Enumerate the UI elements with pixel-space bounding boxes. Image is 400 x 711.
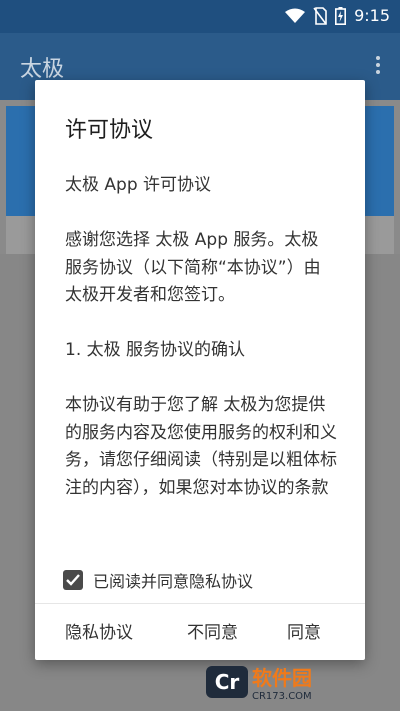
check-icon	[66, 574, 80, 586]
dialog-paragraph: 感谢您选择 太极 App 服务。太极 服务协议（以下简称“本协议”）由 太极开发…	[65, 230, 321, 305]
watermark-sub: CR173.COM	[252, 691, 312, 702]
status-time: 9:15	[354, 6, 390, 25]
wifi-icon	[285, 8, 306, 24]
watermark: Cr 软件园 CR173.COM	[206, 662, 312, 702]
no-sim-icon	[313, 6, 327, 25]
dialog-paragraph: 1. 太极 服务协议的确认	[65, 340, 246, 360]
consent-row[interactable]: 已阅读并同意隐私协议	[63, 568, 253, 592]
status-bar: 9:15	[0, 0, 400, 33]
dialog-paragraph: 太极 App 许可协议	[65, 175, 212, 195]
status-icons: 9:15	[285, 6, 390, 25]
battery-charging-icon	[335, 6, 347, 25]
watermark-logo-icon: Cr	[206, 666, 248, 698]
app-title: 太极	[20, 57, 65, 82]
consent-label: 已阅读并同意隐私协议	[93, 572, 254, 591]
divider	[35, 603, 365, 604]
dialog-title: 许可协议	[65, 118, 154, 143]
consent-checkbox[interactable]	[63, 570, 83, 590]
privacy-policy-button[interactable]: 隐私协议	[65, 618, 133, 643]
license-dialog: 许可协议 太极 App 许可协议 感谢您选择 太极 App 服务。太极 服务协议…	[35, 80, 365, 660]
watermark-main: 软件园	[252, 666, 312, 690]
more-vert-icon[interactable]	[376, 53, 380, 77]
dialog-actions: 隐私协议 不同意 同意	[35, 610, 365, 650]
dialog-paragraph: 本协议有助于您了解 太极为您提供的服务内容及您使用服务的权利和义务，请您仔细阅读…	[65, 395, 337, 498]
agree-button[interactable]: 同意	[287, 618, 321, 643]
disagree-button[interactable]: 不同意	[187, 618, 238, 643]
dialog-body[interactable]: 太极 App 许可协议 感谢您选择 太极 App 服务。太极 服务协议（以下简称…	[65, 172, 340, 558]
